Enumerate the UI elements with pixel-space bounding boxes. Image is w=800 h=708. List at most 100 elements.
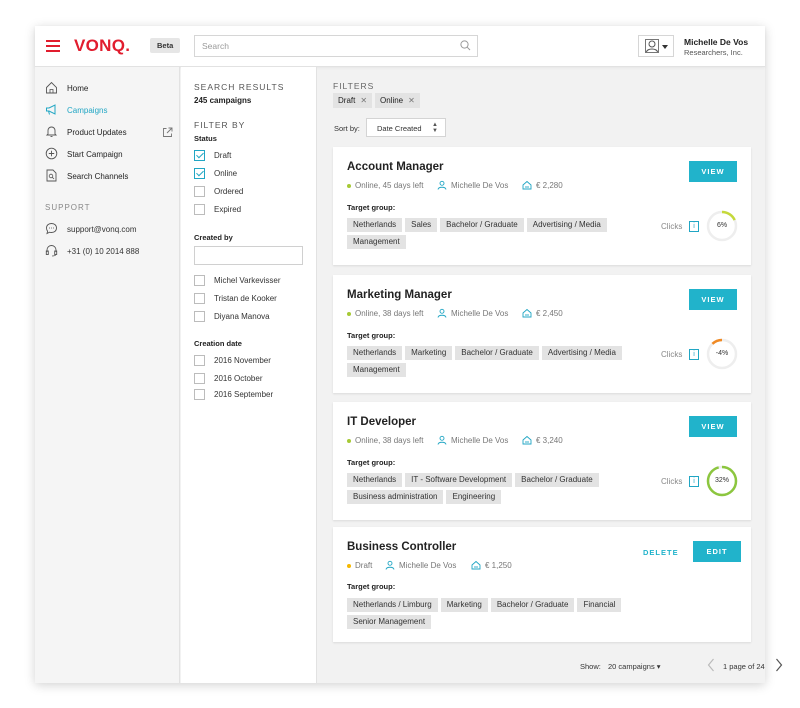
- campaign-meta: Online, 38 days left Michelle De Vos € 3…: [347, 435, 607, 446]
- search-box[interactable]: [194, 35, 478, 57]
- money-icon: [471, 560, 481, 572]
- created-by-field[interactable]: [195, 247, 302, 264]
- external-link-icon[interactable]: [162, 127, 173, 140]
- creator-checkbox[interactable]: Tristan de Kooker: [194, 293, 314, 306]
- sort-select[interactable]: Date Created ▲ ▼: [366, 118, 446, 137]
- checkbox-label: Expired: [214, 205, 242, 214]
- view-button[interactable]: VIEW: [689, 161, 737, 182]
- search-input[interactable]: [195, 36, 445, 56]
- campaign-status: Online, 38 days left: [355, 436, 424, 445]
- user-menu-button[interactable]: [638, 35, 674, 57]
- campaign-status: Online, 45 days left: [355, 181, 424, 190]
- tag: Netherlands: [347, 218, 403, 232]
- page-size-select[interactable]: 20 campaigns ▾: [608, 662, 661, 671]
- tag: Netherlands / Limburg: [347, 598, 438, 612]
- tag: Bachelor / Graduate: [490, 598, 575, 612]
- tag: Advertising / Media: [541, 346, 622, 360]
- campaign-card: Account Manager VIEW Online, 45 days lef…: [333, 147, 751, 265]
- campaign-budget: € 2,450: [536, 309, 563, 318]
- support-phone[interactable]: +31 (0) 10 2014 888: [45, 244, 173, 260]
- search-results-heading: SEARCH RESULTS: [194, 82, 285, 92]
- filter-chip-online[interactable]: Online ✕: [375, 93, 420, 108]
- target-group-label: Target group:: [347, 458, 396, 467]
- status-heading: Status: [194, 134, 217, 143]
- status-checkbox-online[interactable]: Online: [194, 168, 314, 181]
- info-icon[interactable]: i: [689, 349, 699, 360]
- status-checkbox-draft[interactable]: Draft: [194, 150, 314, 163]
- close-icon[interactable]: ✕: [360, 96, 367, 105]
- creation-date-heading: Creation date: [194, 339, 242, 348]
- tag: Marketing: [440, 598, 488, 612]
- sidebar-item-label: Home: [67, 84, 89, 93]
- info-icon[interactable]: i: [689, 476, 699, 487]
- info-icon[interactable]: i: [689, 221, 699, 232]
- money-icon: [522, 180, 532, 192]
- tag: Bachelor / Graduate: [455, 346, 539, 360]
- view-button[interactable]: VIEW: [689, 416, 737, 437]
- creator-checkbox[interactable]: Michel Varkevisser: [194, 275, 314, 288]
- edit-button[interactable]: EDIT: [693, 541, 741, 562]
- checkbox[interactable]: [194, 311, 205, 322]
- date-checkbox[interactable]: 2016 September: [194, 389, 314, 402]
- hamburger-menu-icon[interactable]: [46, 40, 60, 52]
- search-icon[interactable]: [460, 40, 471, 53]
- checkbox[interactable]: [194, 168, 205, 179]
- campaign-meta: Online, 38 days left Michelle De Vos € 2…: [347, 308, 607, 319]
- sidebar-item-label: Start Campaign: [67, 150, 123, 159]
- sidebar-item-product-updates[interactable]: Product Updates: [45, 125, 173, 141]
- campaign-owner: Michelle De Vos: [451, 309, 509, 318]
- campaign-status: Draft: [355, 561, 373, 570]
- tag: Bachelor / Graduate: [440, 218, 524, 232]
- results-count: 245 campaigns: [194, 96, 252, 105]
- support-email[interactable]: support@vonq.com: [45, 222, 173, 238]
- tag-list: Netherlands / Limburg Marketing Bachelor /…: [347, 598, 647, 632]
- chevron-right-icon[interactable]: [775, 658, 783, 674]
- checkbox-label: Ordered: [214, 187, 244, 196]
- tag: IT - Software Development: [405, 473, 513, 487]
- status-dot: [347, 184, 351, 188]
- sidebar: Home Campaigns Product Updates Start Cam…: [35, 67, 180, 683]
- close-icon[interactable]: ✕: [408, 96, 415, 105]
- checkbox[interactable]: [194, 186, 205, 197]
- created-by-heading: Created by: [194, 233, 233, 242]
- date-checkbox[interactable]: 2016 November: [194, 355, 314, 368]
- beta-badge: Beta: [150, 38, 181, 53]
- checkbox[interactable]: [194, 204, 205, 215]
- user-name: Michelle De Vos: [684, 37, 749, 47]
- creator-checkbox[interactable]: Diyana Manova: [194, 311, 314, 324]
- tag: Business administration: [347, 490, 444, 504]
- app-window: VONQ. Beta Michelle De Vos Researchers, …: [35, 26, 783, 683]
- checkbox[interactable]: [194, 373, 205, 384]
- checkbox-label: 2016 November: [214, 356, 271, 365]
- created-by-input[interactable]: [194, 246, 303, 265]
- checkbox-label: Tristan de Kooker: [214, 294, 277, 303]
- sidebar-item-campaigns[interactable]: Campaigns: [45, 103, 173, 119]
- clicks-percentage: 32%: [714, 477, 729, 484]
- checkbox-label: Online: [214, 169, 238, 178]
- tag-list: Netherlands Marketing Bachelor / Graduate A…: [347, 346, 647, 380]
- clicks-label: Clicks: [661, 350, 683, 359]
- clicks-gauge: 32%: [705, 464, 739, 498]
- checkbox[interactable]: [194, 275, 205, 286]
- logo[interactable]: VONQ.: [74, 36, 130, 56]
- date-checkbox[interactable]: 2016 October: [194, 373, 314, 386]
- page-indicator: 1 page of 24: [723, 662, 765, 671]
- view-button[interactable]: VIEW: [689, 289, 737, 310]
- status-checkbox-ordered[interactable]: Ordered: [194, 186, 314, 199]
- status-checkbox-expired[interactable]: Expired: [194, 204, 314, 217]
- checkbox[interactable]: [194, 389, 205, 400]
- chevron-left-icon[interactable]: [707, 658, 715, 674]
- sidebar-item-home[interactable]: Home: [45, 81, 173, 97]
- sidebar-item-search-channels[interactable]: Search Channels: [45, 169, 173, 185]
- checkbox[interactable]: [194, 355, 205, 366]
- sort-label: Sort by:: [334, 124, 360, 133]
- sidebar-item-start-campaign[interactable]: Start Campaign: [45, 147, 173, 163]
- campaign-title: Account Manager: [347, 161, 444, 173]
- filter-chip-draft[interactable]: Draft ✕: [333, 93, 373, 108]
- checkbox[interactable]: [194, 293, 205, 304]
- delete-button[interactable]: DELETE: [643, 548, 679, 557]
- bell-icon: [45, 125, 58, 140]
- checkbox[interactable]: [194, 150, 205, 161]
- clicks-label: Clicks: [661, 222, 683, 231]
- campaign-title: IT Developer: [347, 416, 417, 428]
